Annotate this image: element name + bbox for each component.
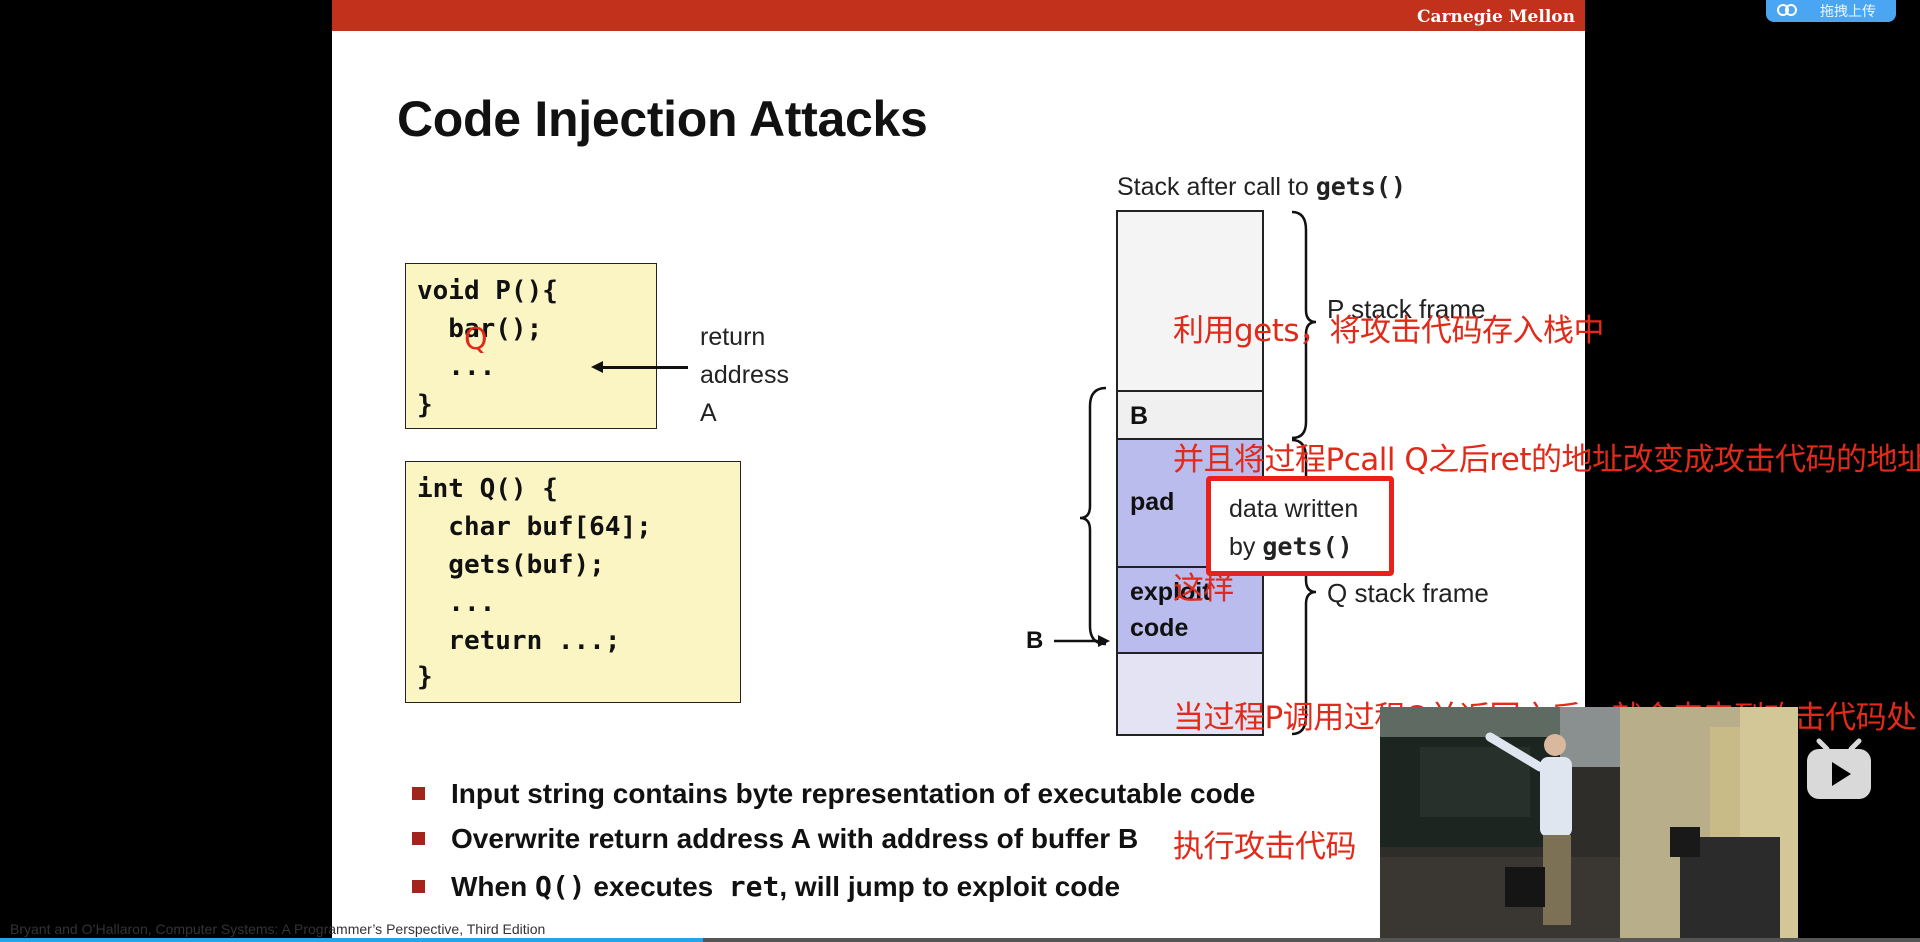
code-box-q: int Q() { char buf[64]; gets(buf); ... r… [405,461,741,703]
b-pointer-arrow-head [1098,635,1110,647]
bullet-text: , will jump to exploit code [779,871,1121,902]
lecturer-video-inset[interactable] [1380,707,1798,942]
drag-upload-badge[interactable]: 拖拽上传 [1766,0,1896,22]
play-button[interactable] [1803,735,1875,803]
code-line: } [417,390,433,420]
buffer-b-pointer-label: B [1026,627,1044,654]
video-progress-fill [0,938,703,942]
header-brand: Carnegie Mellon [1416,7,1575,27]
bullet-item: Overwrite return address A with address … [412,823,1138,855]
bullet-item: Input string contains byte representatio… [412,778,1255,810]
bullet-code: ret [728,870,780,903]
return-address-label: return address A [700,318,789,432]
upload-badge-label: 拖拽上传 [1820,4,1876,20]
lecturer-video-frame [1380,707,1798,942]
slide-header-bar: Carnegie Mellon [332,0,1585,31]
stack-caption: Stack after call to gets() [1117,172,1406,202]
code-line: void P(){ [417,276,558,306]
code-box-p: void P(){ bar(); ... } [405,263,657,429]
bullet-square-icon [412,787,425,801]
return-label-line: address [700,361,789,389]
play-icon [1807,738,1871,799]
code-line: ... [417,588,496,618]
code-line: char buf[64]; [417,512,652,542]
bullet-text: When [451,871,535,902]
video-progress-bar[interactable] [0,938,1920,942]
cloud-icon [1777,4,1797,16]
bullet-text: Input string contains byte representatio… [451,778,1256,809]
return-label-line: A [700,399,717,427]
data-written-brace [1079,386,1107,646]
return-label-line: return [700,323,766,351]
annotation-line: 利用gets，将攻击代码存入栈中 [1173,313,1605,349]
bullet-code: Q() [535,870,586,903]
stack-caption-code: gets() [1315,172,1407,201]
bullet-square-icon [412,832,425,846]
code-line: return ...; [417,626,621,656]
stack-cell-label: B [1130,402,1149,430]
annotation-line: 这样 [1173,571,1235,607]
bullet-square-icon [412,880,425,894]
stack-caption-text: Stack after call to [1117,173,1316,201]
video-player-screen: Carnegie Mellon Code Injection Attacks v… [0,0,1920,942]
code-line: gets(buf); [417,550,605,580]
bullet-text: Overwrite return address A with address … [451,823,1139,854]
bullet-text: executes [585,871,729,902]
slide-footer-credit: Bryant and O’Hallaron, Computer Systems:… [10,921,546,937]
slide-title: Code Injection Attacks [397,91,928,147]
stack-cell-label: pad [1130,488,1175,516]
code-line: int Q() { [417,474,558,504]
code-line: } [417,662,433,692]
bullet-item: When Q() executes ret, will jump to expl… [412,870,1120,903]
annotation-line: 并且将过程Pcall Q之后ret的地址改变成攻击代码的地址 [1173,442,1920,478]
handwritten-q-annotation: Q [464,322,488,357]
return-arrow [598,366,688,369]
